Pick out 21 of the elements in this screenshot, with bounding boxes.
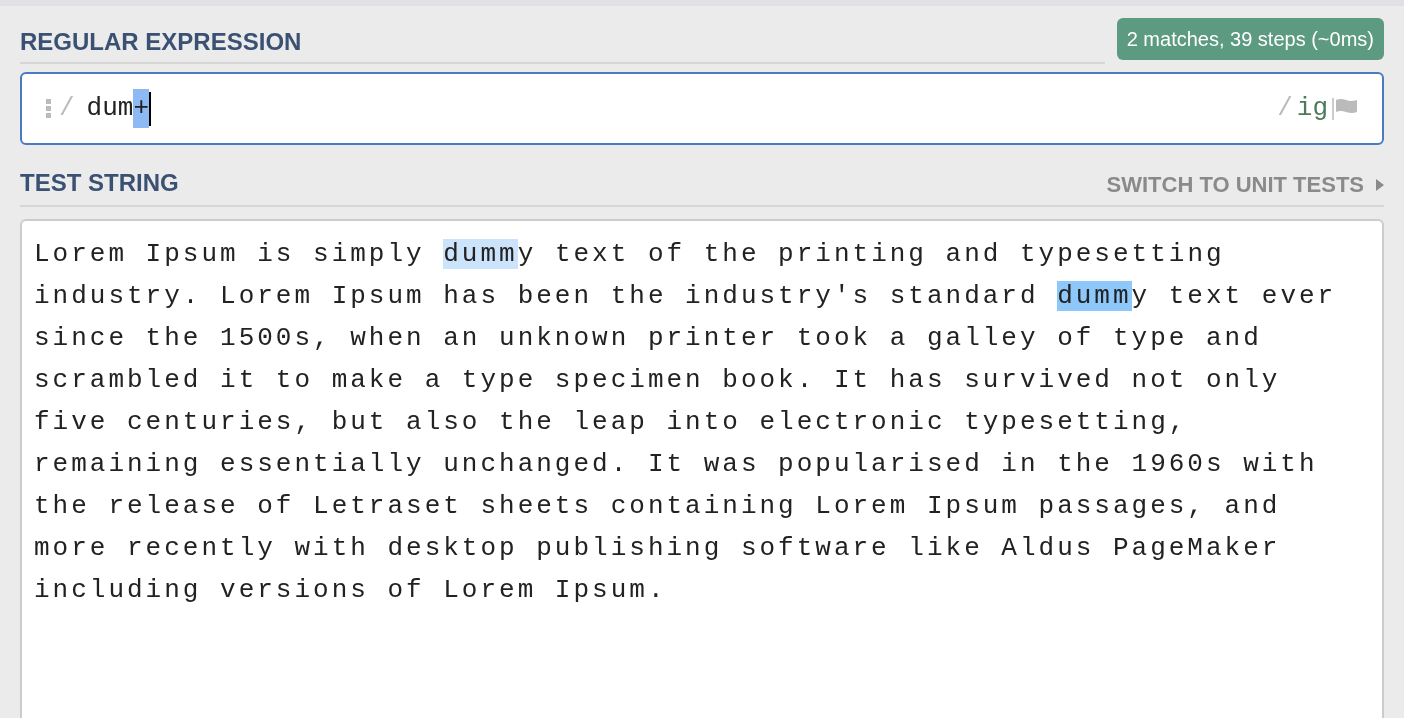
test-string-line: five centuries, but also the leap into electronic typesetting, <box>34 406 1188 439</box>
regex-text[interactable]: dum+ <box>86 89 152 128</box>
regex-input-field[interactable]: / dum+ /ig <box>20 72 1384 145</box>
flag-icon[interactable] <box>1332 97 1358 120</box>
section-heading: TEST STRING <box>20 168 180 198</box>
caret-icon <box>1376 178 1384 191</box>
test-string-line: remaining essentially unchanged. It was popularised in the 1960s with <box>34 448 1318 481</box>
section-heading: REGULAR EXPRESSION <box>20 28 302 55</box>
test-string-line: industry. Lorem Ipsum has been the industry's standard dummy text ever <box>34 280 1337 313</box>
test-string-line: including versions of Lorem Ipsum. <box>34 574 667 607</box>
test-string-line: scrambled it to make a type specimen book. It has survived not only <box>34 364 1281 397</box>
test-string-area[interactable] <box>20 219 1384 718</box>
regex-delimiter: / <box>59 92 75 125</box>
drag-handle-icon[interactable] <box>46 98 51 119</box>
test-string-line: since the 1500s, when an unknown printer took a galley of type and <box>34 322 1262 355</box>
regex-delimiter: / <box>1277 92 1293 125</box>
test-string-line: more recently with desktop publishing software like Aldus PageMaker <box>34 532 1281 565</box>
match-info-badge: 2 matches, 39 steps (~0ms) <box>1116 18 1384 60</box>
regex-flags[interactable]: ig <box>1296 89 1328 128</box>
test-string-line: the release of Letraset sheets containing Lorem Ipsum passages, and <box>34 490 1281 523</box>
test-string-line: Lorem Ipsum is simply dummy text of the printing and typesetting <box>34 238 1225 271</box>
